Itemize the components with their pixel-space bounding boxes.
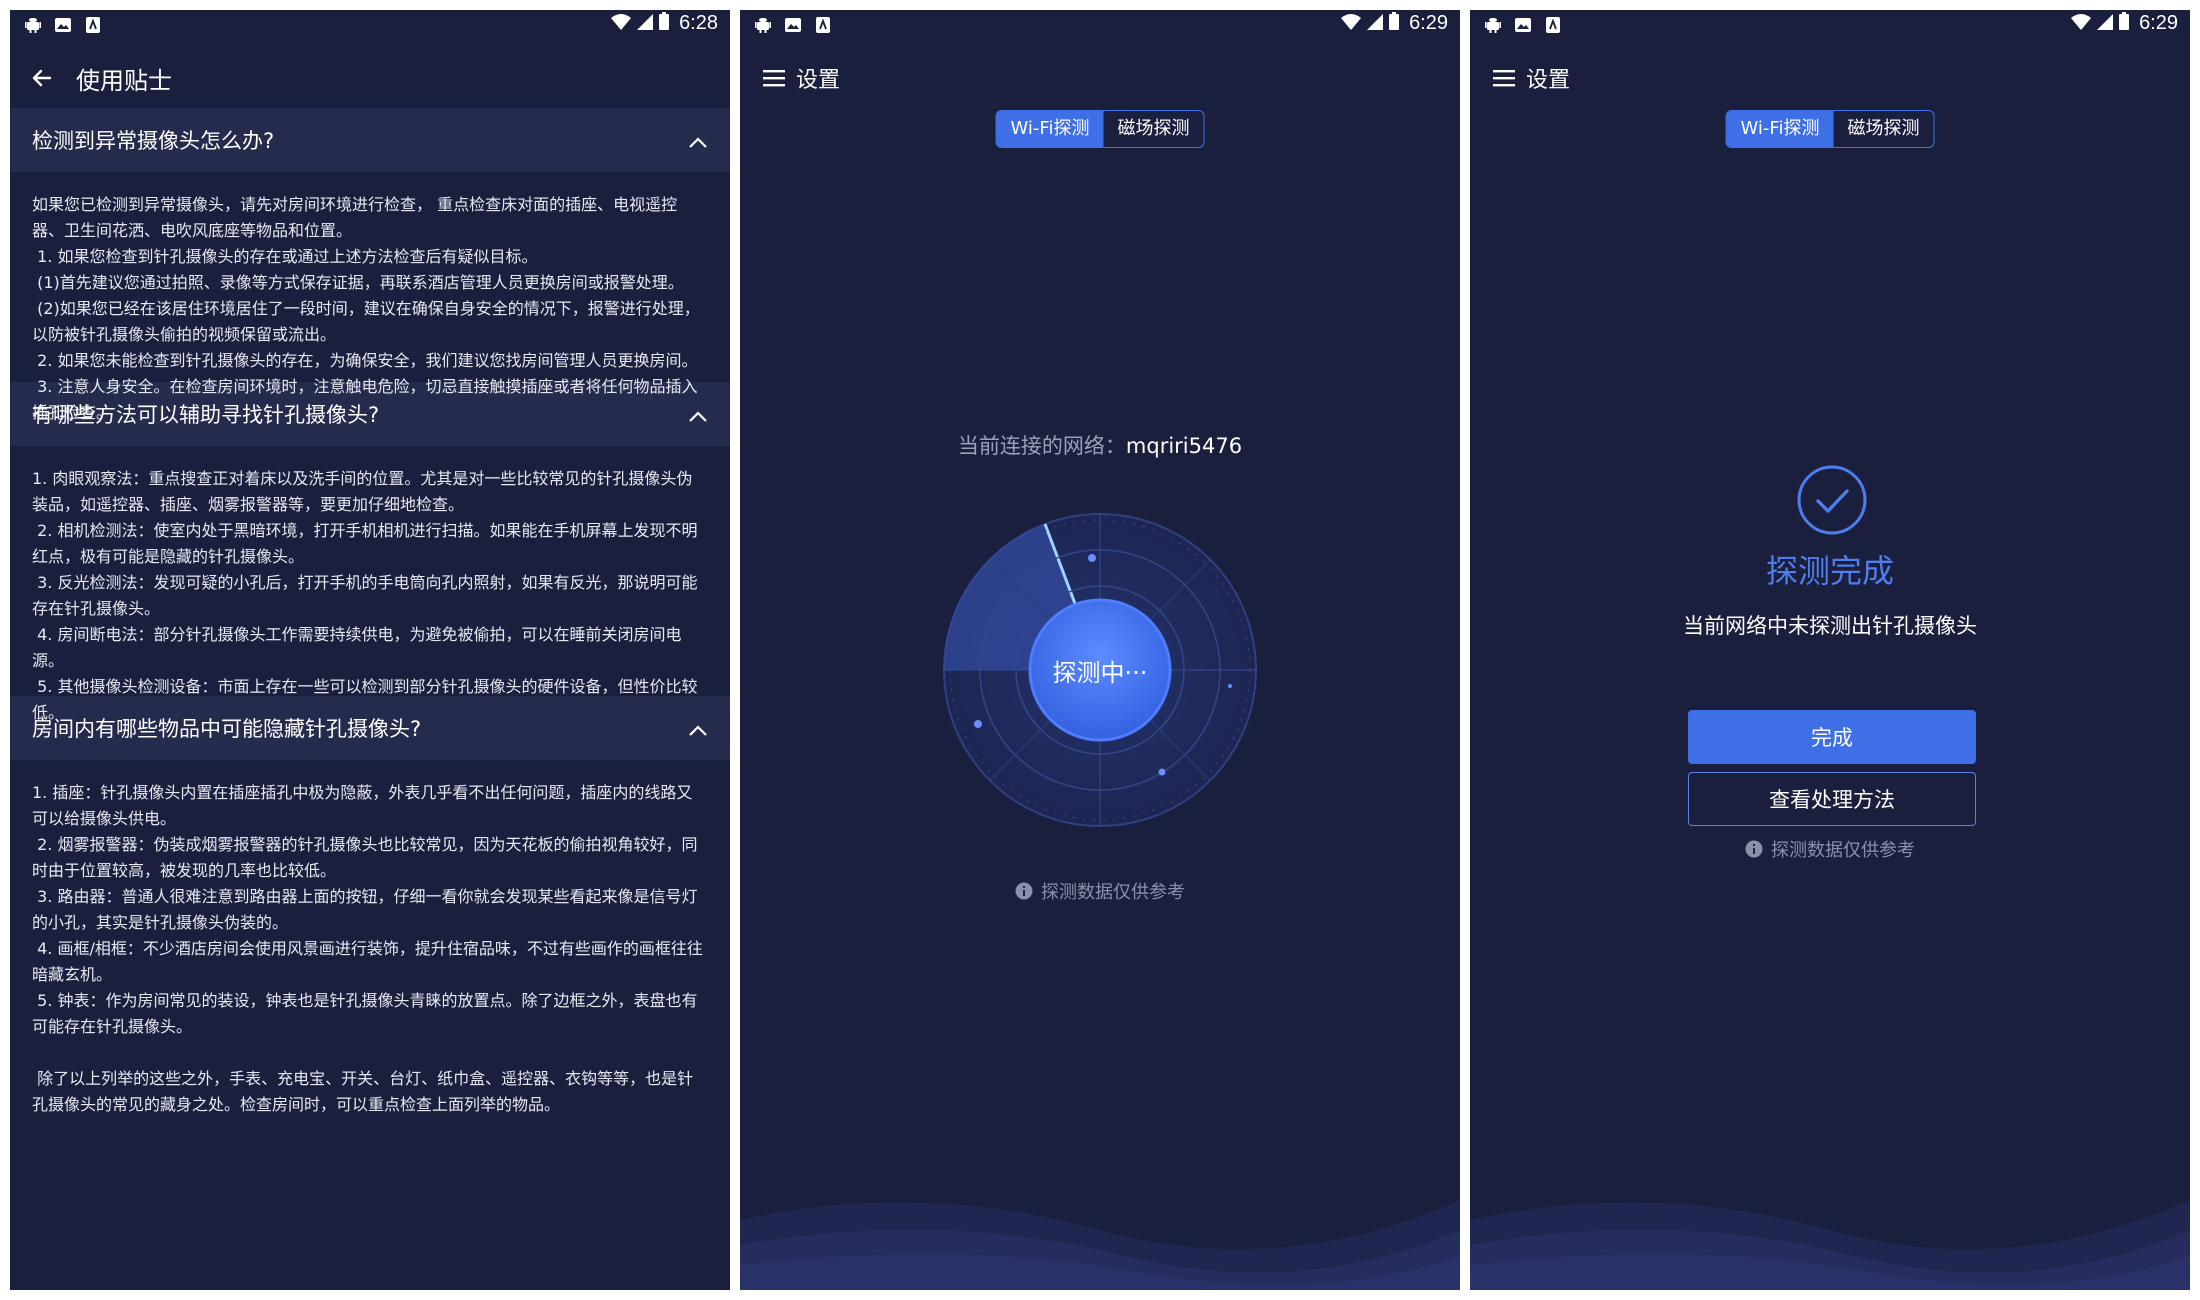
shop-icon	[1544, 16, 1562, 34]
image-icon	[1514, 16, 1532, 34]
android-icon	[1484, 16, 1502, 34]
wifi-icon	[2071, 13, 2092, 35]
faq-header-abnormal-camera[interactable]: 检测到异常摄像头怎么办?	[10, 108, 730, 172]
status-time: 6:29	[2139, 12, 2178, 34]
status-bar: 6:29	[740, 10, 1460, 40]
menu-icon[interactable]	[1492, 67, 1516, 89]
wifi-icon	[611, 13, 632, 35]
status-bar: 6:29	[1470, 10, 2190, 40]
faq-header-hiding-objects[interactable]: 房间内有哪些物品中可能隐藏针孔摄像头?	[10, 696, 730, 760]
faq-question: 有哪些方法可以辅助寻找针孔摄像头?	[32, 403, 380, 427]
reference-note-text: 探测数据仅供参考	[1771, 840, 1915, 861]
reference-note: 探测数据仅供参考	[1470, 836, 2190, 862]
status-bar: 6:28	[10, 10, 730, 40]
network-name: mqriri5476	[1125, 434, 1243, 458]
radar-scanner: 探测中···	[940, 510, 1260, 830]
current-network: 当前连接的网络：mqriri5476	[740, 430, 1460, 460]
menu-icon[interactable]	[762, 67, 786, 89]
info-icon	[1015, 882, 1033, 900]
wave-decoration	[1470, 1200, 2190, 1290]
done-button[interactable]: 完成	[1688, 710, 1976, 764]
tab-magnetic-detect[interactable]: 磁场探测	[1833, 111, 1933, 147]
tips-screen: 6:28 使用贴士 检测到异常摄像头怎么办? 如果您已检测到异常摄像头，请先对房…	[10, 10, 730, 1290]
radar-blip	[1158, 768, 1166, 776]
faq-line: (1)首先建议您通过拍照、录像等方式保存证据，再联系酒店管理人员更换房间或报警处…	[32, 273, 684, 292]
result-screen: 6:29 设置 Wi-Fi探测 磁场探测 探测完成 当前网络中未探测出针孔摄像头…	[1470, 10, 2190, 1290]
battery-icon	[2119, 12, 2130, 35]
status-time: 6:29	[1409, 12, 1448, 34]
scan-screen: 6:29 设置 Wi-Fi探测 磁场探测 当前连接的网络：mqriri5476	[740, 10, 1460, 1290]
android-icon	[24, 16, 42, 34]
check-circle-icon	[1796, 464, 1868, 536]
battery-icon	[1389, 12, 1400, 35]
app-bar: 设置	[1470, 48, 2190, 108]
radar-core	[1028, 598, 1172, 742]
faq-line: 5. 钟表：作为房间常见的装设，钟表也是针孔摄像头青睐的放置点。除了边框之外，表…	[32, 991, 698, 1036]
faq-answer: 1. 肉眼观察法：重点搜查正对着床以及洗手间的位置。尤其是对一些比较常见的针孔摄…	[10, 446, 730, 722]
detect-mode-tabs: Wi-Fi探测 磁场探测	[1725, 110, 1935, 148]
radar-blip	[974, 720, 982, 728]
info-icon	[1745, 840, 1763, 858]
image-icon	[784, 16, 802, 34]
faq-line: 1. 如果您检查到针孔摄像头的存在或通过上述方法检查后有疑似目标。	[32, 247, 538, 266]
android-icon	[754, 16, 772, 34]
faq-question: 检测到异常摄像头怎么办?	[32, 129, 275, 153]
reference-note: 探测数据仅供参考	[740, 878, 1460, 904]
tab-wifi-detect[interactable]: Wi-Fi探测	[996, 111, 1104, 147]
faq-line: 4. 画框/相框：不少酒店房间会使用风景画进行装饰，提升住宿品味，不过有些画作的…	[32, 939, 703, 984]
detect-mode-tabs: Wi-Fi探测 磁场探测	[995, 110, 1205, 148]
reference-note-text: 探测数据仅供参考	[1041, 882, 1185, 903]
signal-icon	[1367, 13, 1384, 35]
faq-line: 3. 路由器：普通人很难注意到路由器上面的按钮，仔细一看你就会发现某些看起来像是…	[32, 887, 698, 932]
radar-blip	[1088, 554, 1096, 562]
detect-result-text: 当前网络中未探测出针孔摄像头	[1683, 614, 1977, 638]
faq-answer: 如果您已检测到异常摄像头，请先对房间环境进行检查， 重点检查床对面的插座、电视遥…	[10, 172, 730, 422]
battery-icon	[659, 12, 670, 35]
faq-line: 如果您已检测到异常摄像头，请先对房间环境进行检查， 重点检查床对面的插座、电视遥…	[32, 195, 678, 240]
faq-line: 3. 反光检测法：发现可疑的小孔后，打开手机的手电筒向孔内照射，如果有反光，那说…	[32, 573, 698, 618]
faq-line: 1. 肉眼观察法：重点搜查正对着床以及洗手间的位置。尤其是对一些比较常见的针孔摄…	[32, 469, 693, 514]
detect-complete-title: 探测完成	[1765, 552, 1894, 590]
faq-answer: 1. 插座：针孔摄像头内置在插座插孔中极为隐蔽，外表几乎看不出任何问题，插座内的…	[10, 760, 730, 1132]
chevron-up-icon[interactable]	[688, 408, 708, 422]
tab-magnetic-detect[interactable]: 磁场探测	[1103, 111, 1203, 147]
faq-line: 1. 插座：针孔摄像头内置在插座插孔中极为隐蔽，外表几乎看不出任何问题，插座内的…	[32, 783, 693, 828]
signal-icon	[2097, 13, 2114, 35]
tab-wifi-detect[interactable]: Wi-Fi探测	[1726, 111, 1834, 147]
network-label: 当前连接的网络：	[957, 434, 1126, 458]
back-arrow-icon[interactable]	[30, 66, 54, 90]
settings-label[interactable]: 设置	[796, 62, 840, 94]
signal-icon	[637, 13, 654, 35]
wifi-icon	[1341, 13, 1362, 35]
shop-icon	[84, 16, 102, 34]
faq-line: 2. 烟雾报警器：伪装成烟雾报警器的针孔摄像头也比较常见，因为天花板的偷拍视角较…	[32, 835, 698, 880]
faq-line: (2)如果您已经在该居住环境居住了一段时间，建议在确保自身安全的情况下，报警进行…	[32, 299, 700, 344]
faq-question: 房间内有哪些物品中可能隐藏针孔摄像头?	[32, 717, 422, 741]
faq-line: 2. 如果您未能检查到针孔摄像头的存在，为确保安全，我们建议您找房间管理人员更换…	[32, 351, 698, 370]
page-title: 使用贴士	[76, 66, 172, 95]
chevron-up-icon[interactable]	[688, 722, 708, 736]
image-icon	[54, 16, 72, 34]
shop-icon	[814, 16, 832, 34]
tips-content[interactable]: 检测到异常摄像头怎么办? 如果您已检测到异常摄像头，请先对房间环境进行检查， 重…	[10, 108, 730, 1290]
view-method-button[interactable]: 查看处理方法	[1688, 772, 1976, 826]
settings-label[interactable]: 设置	[1526, 62, 1570, 94]
chevron-up-icon[interactable]	[688, 134, 708, 148]
radar-blip	[1228, 684, 1232, 688]
status-time: 6:28	[679, 12, 718, 34]
faq-line: 2. 相机检测法：使室内处于黑暗环境，打开手机相机进行扫描。如果能在手机屏幕上发…	[32, 521, 698, 566]
faq-footer: 除了以上列举的这些之外，手表、充电宝、开关、台灯、纸巾盒、遥控器、衣钩等等，也是…	[32, 1069, 694, 1114]
wave-decoration	[740, 1200, 1460, 1290]
faq-line: 4. 房间断电法：部分针孔摄像头工作需要持续供电，为避免被偷拍，可以在睡前关闭房…	[32, 625, 682, 670]
app-bar: 使用贴士	[10, 48, 730, 108]
app-bar: 设置	[740, 48, 1460, 108]
